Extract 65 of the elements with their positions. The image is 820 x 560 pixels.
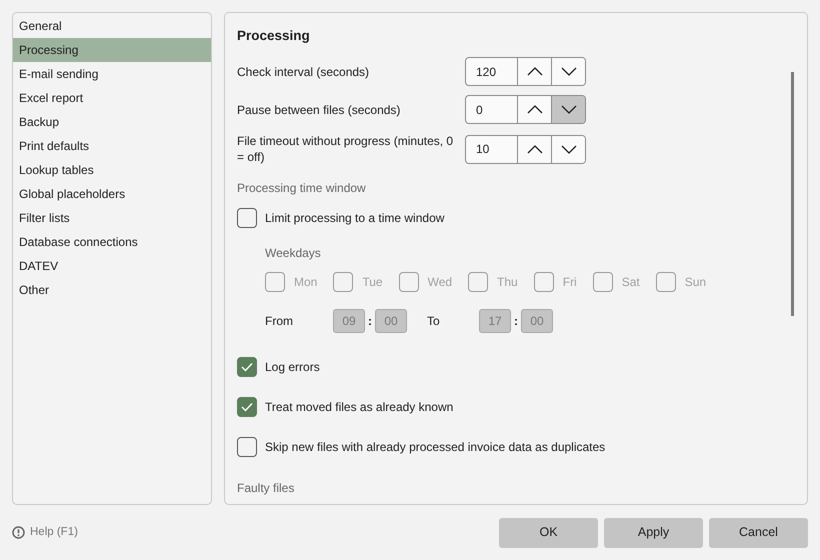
value-field[interactable]: 0	[466, 96, 517, 124]
checkbox[interactable]	[237, 397, 257, 418]
sidebar-item[interactable]: General	[13, 14, 211, 38]
chevron-up-icon	[526, 105, 542, 114]
number-spinner[interactable]: 10	[465, 134, 586, 164]
ok-button[interactable]: OK	[499, 518, 598, 548]
apply-button[interactable]: Apply	[604, 518, 703, 548]
sidebar-item[interactable]: Other	[13, 278, 211, 302]
check-icon	[241, 402, 253, 412]
value-field[interactable]: 10	[466, 136, 517, 163]
day-label: Wed	[428, 274, 452, 292]
sidebar-item[interactable]: Backup	[13, 110, 211, 134]
minute-field: 00	[375, 309, 407, 334]
value-field[interactable]: 120	[466, 58, 517, 86]
group-heading: Processing time window	[237, 180, 367, 198]
checkbox-label: Limit processing to a time window	[265, 210, 444, 228]
weekdays-label: Weekdays	[265, 245, 322, 262]
field-label: Check interval (seconds)	[237, 64, 370, 80]
day-label: Tue	[362, 274, 383, 292]
cancel-button[interactable]: Cancel	[709, 518, 808, 548]
number-spinner[interactable]: 0	[465, 95, 586, 124]
checkbox-label: Treat moved files as already known	[265, 399, 454, 416]
checkbox[interactable]	[237, 357, 257, 378]
time-label: From	[265, 313, 294, 330]
decrement-button[interactable]	[551, 136, 585, 163]
day-label: Sun	[684, 274, 706, 292]
help-icon	[12, 526, 25, 539]
field-label: File timeout without progress (minutes, 0 = off)	[237, 133, 454, 166]
chevron-down-icon	[560, 105, 576, 114]
hour-field: 09	[333, 309, 365, 334]
checkbox[interactable]	[237, 208, 257, 228]
decrement-button[interactable]	[551, 96, 585, 124]
day-label: Mon	[294, 274, 318, 292]
time-separator: :	[367, 313, 373, 330]
chevron-down-icon	[560, 144, 576, 154]
field-label: Pause between files (seconds)	[237, 102, 402, 118]
time-separator: :	[513, 313, 519, 330]
sidebar-item[interactable]: Print defaults	[13, 134, 211, 158]
group-heading: Faulty files	[237, 480, 296, 498]
sidebar-item[interactable]: DATEV	[13, 254, 211, 278]
sidebar-item[interactable]: Lookup tables	[13, 158, 211, 182]
sidebar-item[interactable]: Filter lists	[13, 206, 211, 230]
sidebar-item[interactable]: Excel report	[13, 86, 211, 110]
day-label: Thu	[497, 274, 518, 292]
time-label: To	[426, 313, 441, 330]
decrement-button[interactable]	[551, 58, 585, 86]
sidebar-item[interactable]: Database connections	[13, 230, 211, 254]
scrollbar-thumb[interactable]	[791, 72, 794, 316]
hour-field: 17	[479, 309, 511, 334]
number-spinner[interactable]: 120	[465, 57, 586, 86]
checkbox-label: Skip new files with already processed invoice data as duplicates	[265, 439, 606, 456]
minute-field: 00	[521, 309, 553, 334]
check-icon	[241, 362, 253, 372]
section-title: Processing	[237, 27, 311, 45]
sidebar-item[interactable]: E-mail sending	[13, 62, 211, 86]
sidebar-item[interactable]: Global placeholders	[13, 182, 211, 206]
chevron-down-icon	[560, 67, 576, 76]
day-label: Sat	[622, 274, 640, 292]
day-label: Fri	[562, 274, 577, 292]
help-link[interactable]: Help (F1)	[30, 524, 78, 542]
checkbox[interactable]	[237, 437, 257, 458]
sidebar-item[interactable]: Processing	[13, 38, 211, 62]
chevron-up-icon	[526, 144, 542, 154]
checkbox-label: Log errors	[265, 359, 320, 376]
chevron-up-icon	[526, 67, 542, 76]
